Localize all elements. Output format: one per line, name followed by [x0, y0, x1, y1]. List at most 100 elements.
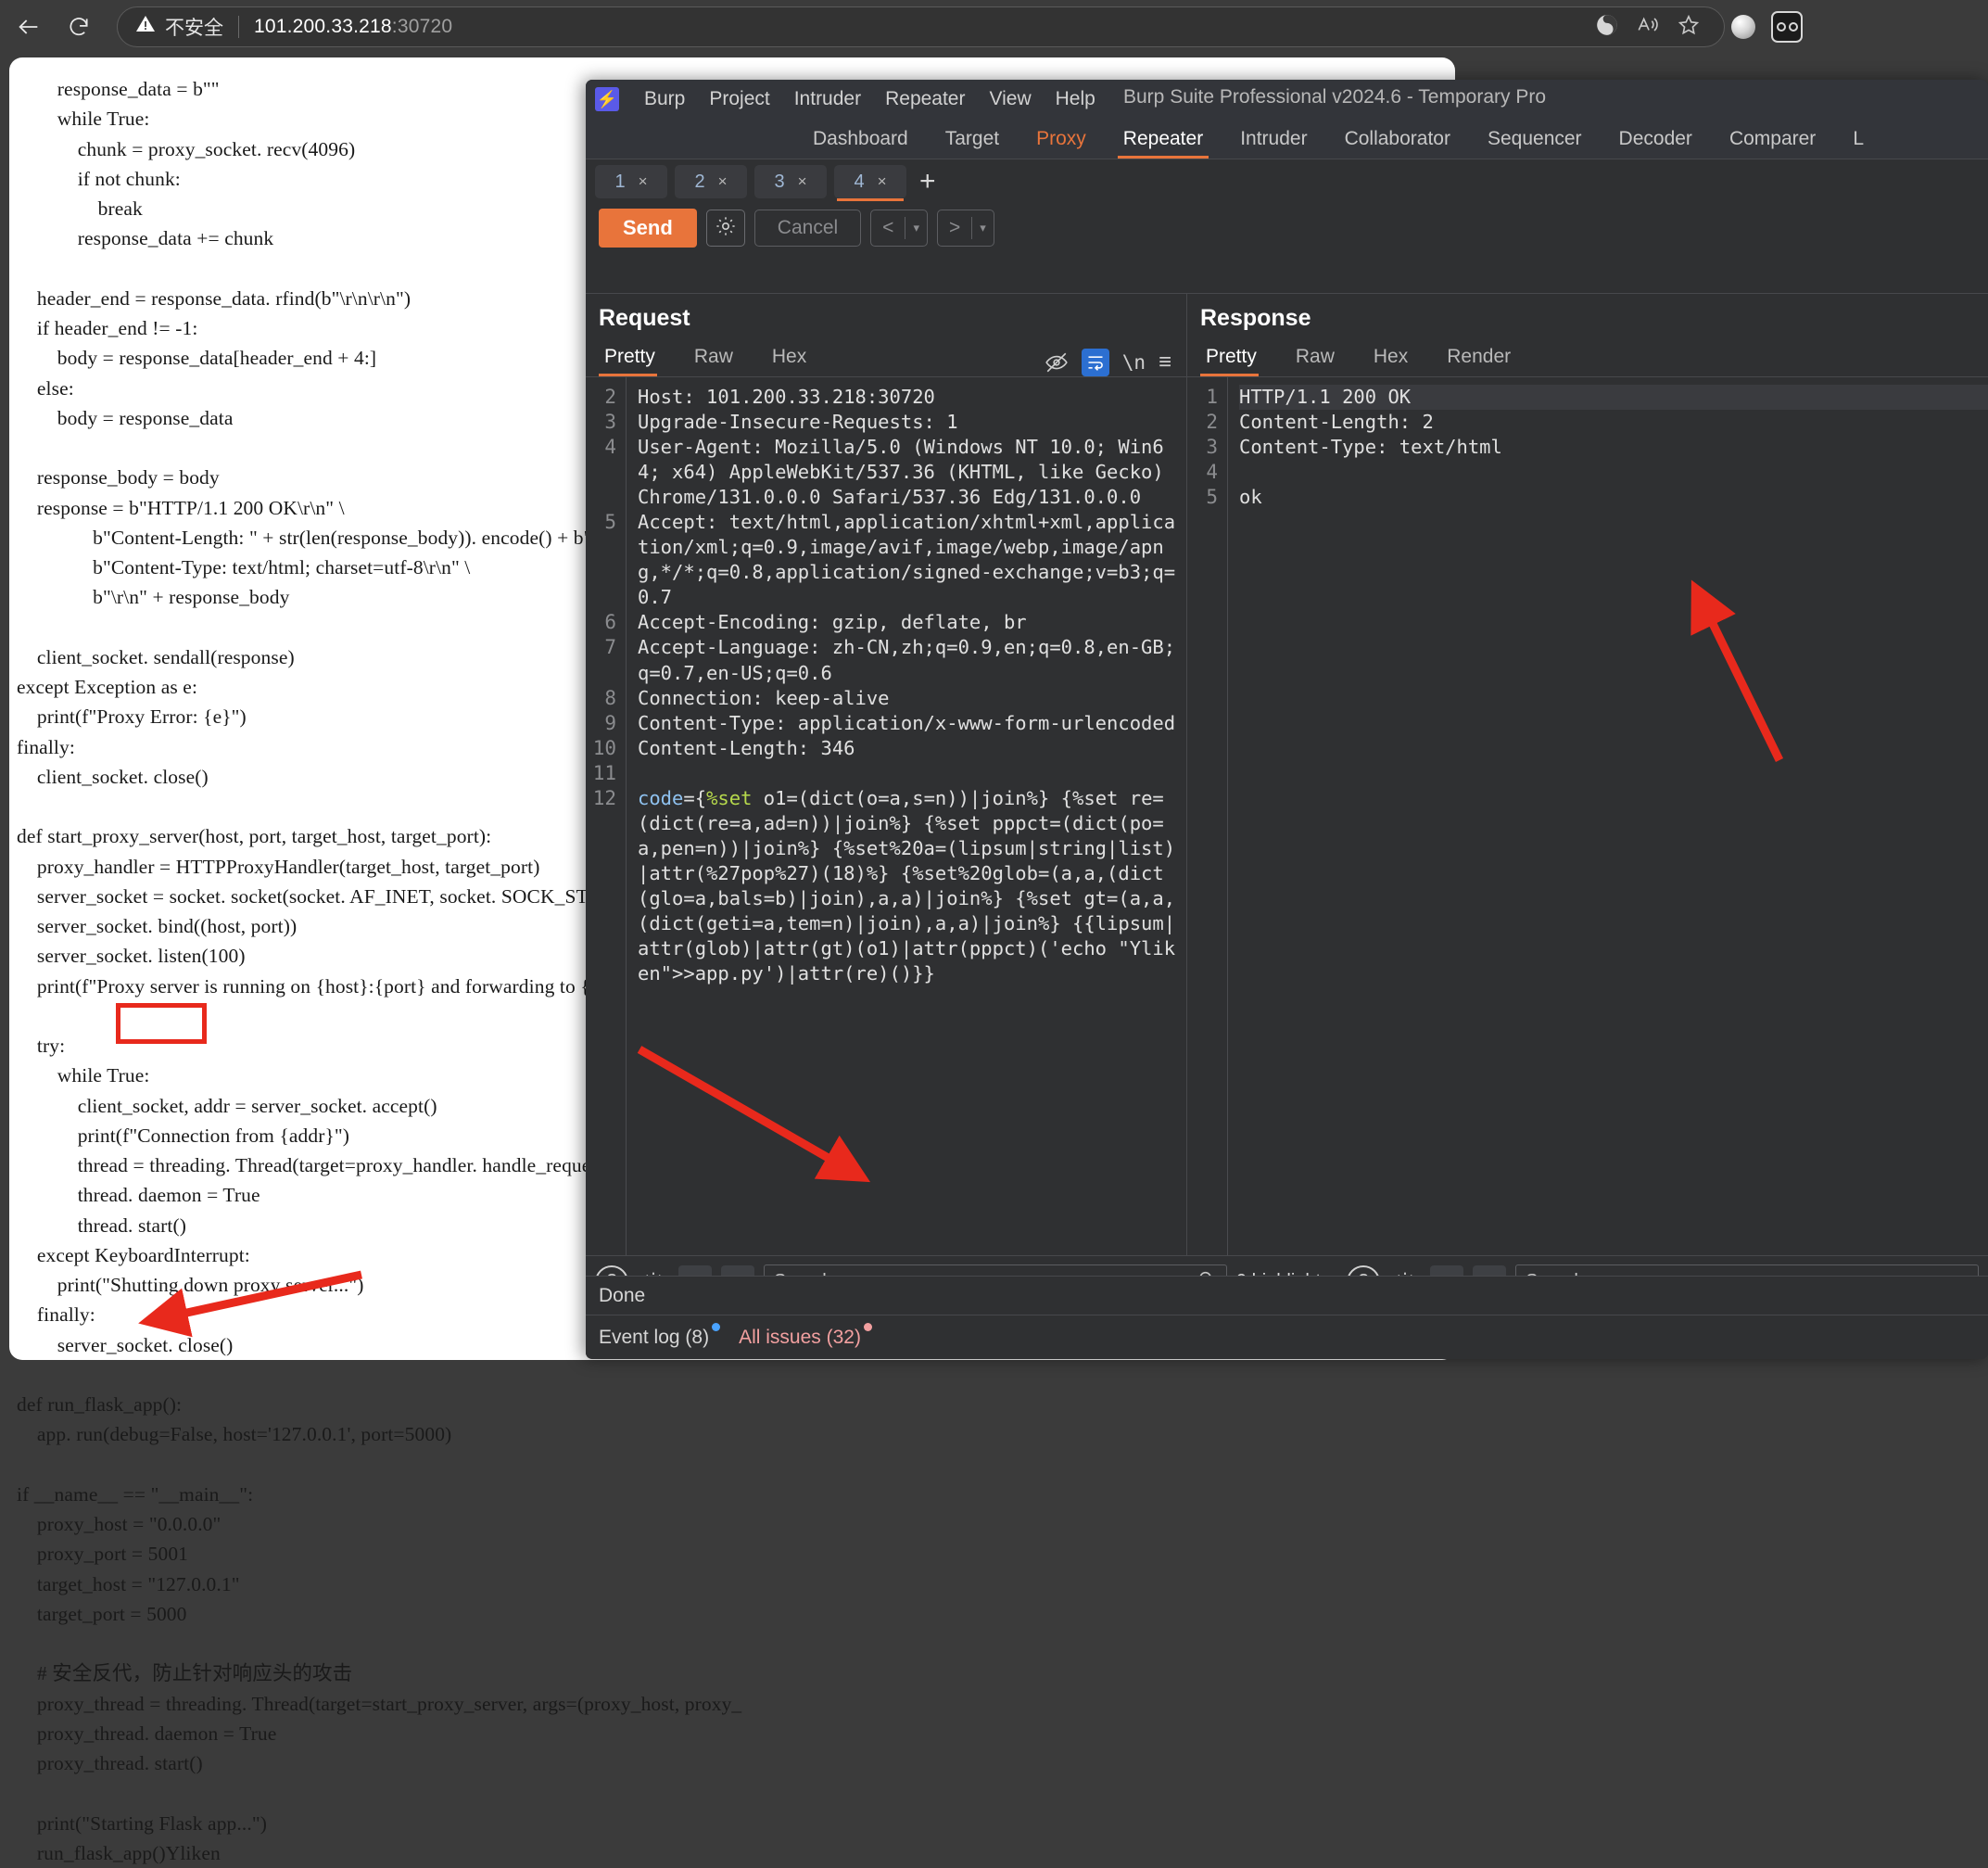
repeater-tab-2-label: 2 [694, 171, 705, 192]
line-number: 11 [592, 761, 616, 784]
request-tab-raw[interactable]: Raw [689, 342, 750, 376]
burp-main-tabbar: Dashboard Target Proxy Repeater Intruder… [586, 119, 1988, 159]
request-tab-pretty[interactable]: Pretty [599, 342, 672, 376]
line-number: 4 [1206, 461, 1218, 484]
previous-request-button[interactable]: < ▾ [870, 210, 928, 247]
security-label: 不安全 [165, 18, 223, 39]
menu-view[interactable]: View [977, 84, 1043, 114]
request-tab-hex[interactable]: Hex [766, 342, 823, 376]
reload-icon [67, 15, 91, 39]
menu-help[interactable]: Help [1044, 84, 1108, 114]
star-icon [1677, 13, 1701, 42]
profile-button[interactable] [1725, 8, 1762, 45]
menu-icon[interactable]: ≡ [1159, 349, 1171, 375]
event-log-button[interactable]: Event log (8) [599, 1322, 721, 1349]
repeater-action-row: Send Cancel < ▾ > ▾ [586, 204, 1988, 252]
menu-repeater[interactable]: Repeater [873, 84, 977, 114]
line-number: 12 [592, 786, 616, 809]
menu-intruder[interactable]: Intruder [782, 84, 873, 114]
tab-comparer[interactable]: Comparer [1711, 122, 1834, 159]
split-screen-button[interactable] [1589, 8, 1626, 45]
word-wrap-icon[interactable] [1081, 349, 1109, 376]
response-tab-hex[interactable]: Hex [1368, 342, 1425, 376]
code-line: code={%set o1=(dict(o=a,s=n))|join%} {%s… [638, 786, 1176, 985]
cancel-button[interactable]: Cancel [753, 210, 862, 247]
code-line: Host: 101.200.33.218:30720 [638, 386, 935, 408]
code-line: User-Agent: Mozilla/5.0 (Windows NT 10.0… [638, 436, 1176, 509]
response-tab-raw[interactable]: Raw [1290, 342, 1351, 376]
all-issues-badge [863, 1322, 872, 1331]
line-number: 1 [1206, 386, 1218, 408]
line-number: 3 [604, 411, 616, 434]
line-number: 7 [604, 636, 616, 659]
request-line-numbers: 2 3 4 5 6 7 8 9 10 11 12 [586, 377, 627, 1268]
close-icon[interactable]: × [639, 172, 648, 191]
repeater-tab-4[interactable]: 4 × [834, 165, 906, 201]
add-tab-button[interactable]: + [919, 168, 936, 196]
tab-repeater[interactable]: Repeater [1105, 122, 1222, 159]
chevron-down-icon[interactable]: ▾ [972, 221, 994, 235]
repeater-tab-3[interactable]: 3 × [754, 165, 827, 198]
repeater-tab-1-label: 1 [614, 171, 626, 192]
line-number: 3 [1206, 436, 1218, 459]
request-panel: Request Pretty Raw Hex \n ≡ 2 3 4 5 6 7 8 9 10 1 [586, 293, 1186, 1268]
all-issues-label: All issues (32) [739, 1326, 861, 1348]
code-line: Accept-Encoding: gzip, deflate, br [638, 611, 1027, 634]
url-text[interactable]: 101.200.33.218:30720 [254, 16, 452, 38]
newline-icon[interactable]: \n [1122, 351, 1146, 374]
tab-decoder[interactable]: Decoder [1601, 122, 1711, 159]
security-indicator[interactable]: 不安全 [134, 13, 223, 41]
line-number: 9 [604, 711, 616, 734]
request-editor[interactable]: 2 3 4 5 6 7 8 9 10 11 12 Host: 101.200.33.218:3072… [586, 376, 1186, 1268]
tab-collaborator[interactable]: Collaborator [1326, 122, 1469, 159]
request-body-text[interactable]: Host: 101.200.33.218:30720 Upgrade-Insecu… [627, 377, 1186, 1268]
response-editor[interactable]: 1 2345 HTTP/1.1 200 OK Content-Length: 2 Co… [1187, 376, 1988, 1268]
tab-sequencer[interactable]: Sequencer [1469, 122, 1601, 159]
send-button[interactable]: Send [599, 209, 697, 248]
response-tab-pretty[interactable]: Pretty [1200, 342, 1273, 376]
code-line: Accept-Language: zh-CN,zh;q=0.9,en;q=0.8… [638, 636, 1176, 684]
menu-burp[interactable]: Burp [632, 84, 697, 114]
back-button[interactable] [7, 6, 50, 48]
eye-off-icon[interactable] [1045, 350, 1069, 375]
code-line: Upgrade-Insecure-Requests: 1 [638, 411, 958, 434]
line-number: 5 [1206, 486, 1218, 509]
url-host: 101.200.33.218 [254, 16, 392, 37]
close-icon[interactable]: × [798, 172, 807, 191]
response-tab-render[interactable]: Render [1441, 342, 1527, 376]
tab-logger[interactable]: L [1834, 122, 1882, 159]
tab-proxy[interactable]: Proxy [1018, 122, 1105, 159]
close-icon[interactable]: × [878, 172, 887, 191]
repeater-tab-1[interactable]: 1 × [595, 165, 667, 198]
reload-button[interactable] [57, 6, 100, 48]
request-panel-title: Request [599, 305, 690, 331]
read-aloud-icon [1636, 13, 1660, 42]
close-icon[interactable]: × [718, 172, 728, 191]
address-bar[interactable]: 不安全 101.200.33.218:30720 [117, 6, 1725, 47]
repeater-tab-2[interactable]: 2 × [675, 165, 747, 198]
response-body-text[interactable]: HTTP/1.1 200 OK Content-Length: 2 Content-… [1228, 377, 1988, 1268]
burp-logo-icon: ⚡ [595, 87, 619, 111]
menu-project[interactable]: Project [697, 84, 781, 114]
chevron-down-icon[interactable]: ▾ [905, 221, 927, 235]
collections-button[interactable] [1771, 11, 1803, 43]
response-view-tabs: Pretty Raw Hex Render [1187, 337, 1988, 376]
favorite-button[interactable] [1670, 8, 1707, 45]
previous-request-label: < [882, 217, 894, 238]
read-aloud-button[interactable] [1629, 8, 1666, 45]
request-view-tabs: Pretty Raw Hex \n ≡ [586, 337, 1186, 376]
tab-target[interactable]: Target [927, 122, 1018, 159]
all-issues-button[interactable]: All issues (32) [739, 1322, 872, 1349]
tab-intruder[interactable]: Intruder [1222, 122, 1325, 159]
response-panel-title: Response [1200, 305, 1311, 331]
line-number: 6 [604, 611, 616, 634]
next-request-button[interactable]: > ▾ [936, 210, 994, 247]
status-bar: Done [586, 1276, 1988, 1315]
send-settings-button[interactable] [705, 210, 745, 247]
back-arrow-icon [16, 14, 42, 40]
warning-triangle-icon [134, 13, 157, 41]
status-text: Done [599, 1284, 646, 1306]
response-line-numbers: 1 2345 [1187, 377, 1228, 1268]
tab-dashboard[interactable]: Dashboard [794, 122, 927, 159]
